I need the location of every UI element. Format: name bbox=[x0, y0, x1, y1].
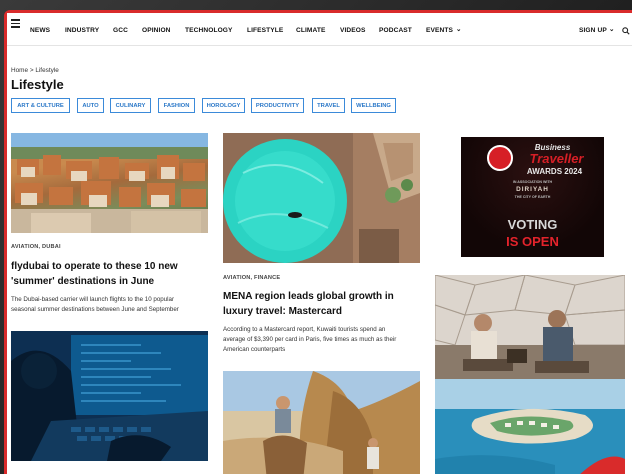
nav-technology[interactable]: TECHNOLOGY bbox=[185, 27, 233, 34]
chevron-down-icon[interactable]: ⌄ bbox=[456, 25, 462, 33]
ad-brand-l2: Traveller bbox=[529, 151, 584, 166]
nav-climate[interactable]: CLIMATE bbox=[296, 27, 326, 34]
article-excerpt-l3: American counterparts bbox=[223, 346, 286, 353]
article-image-desert[interactable] bbox=[223, 371, 420, 474]
article-image-hacker[interactable] bbox=[11, 331, 208, 461]
article-tag[interactable]: AVIATION, FINANCE bbox=[223, 275, 280, 281]
search-icon[interactable] bbox=[622, 27, 630, 35]
nav-events[interactable]: EVENTS bbox=[426, 27, 453, 34]
chip-auto[interactable]: AUTO bbox=[77, 98, 104, 113]
article-image-dome[interactable] bbox=[435, 275, 625, 379]
signup-link[interactable]: SIGN UP bbox=[579, 27, 607, 34]
webpage: NEWS INDUSTRY GCC OPINION TECHNOLOGY LIF… bbox=[7, 13, 632, 474]
chip-culinary[interactable]: CULINARY bbox=[110, 98, 151, 113]
chip-wellbeing[interactable]: WELLBEING bbox=[351, 98, 396, 113]
article-excerpt-l2: seasonal summer destinations between Jun… bbox=[11, 306, 179, 313]
ad-partner-l2: DIRIYAH bbox=[516, 186, 549, 193]
chip-art-culture[interactable]: ART & CULTURE bbox=[11, 98, 70, 113]
awards-ad-banner[interactable]: Business Traveller AWARDS 2024 IN ASSOCI… bbox=[461, 137, 604, 257]
article-image-dubrovnik[interactable] bbox=[11, 133, 208, 233]
nav-opinion[interactable]: OPINION bbox=[142, 27, 171, 34]
nav-divider bbox=[7, 45, 632, 46]
article-excerpt-l2: average of $3,390 per card in Paris, fiv… bbox=[223, 336, 397, 343]
ad-vote-l2: IS OPEN bbox=[506, 234, 559, 249]
ad-brand-l3: AWARDS 2024 bbox=[526, 167, 583, 176]
nav-videos[interactable]: VIDEOS bbox=[340, 27, 366, 34]
chip-travel[interactable]: TRAVEL bbox=[312, 98, 345, 113]
article-image-pool[interactable] bbox=[223, 133, 420, 263]
nav-gcc[interactable]: GCC bbox=[113, 27, 128, 34]
chip-horology[interactable]: HOROLOGY bbox=[202, 98, 245, 113]
article-headline-l2[interactable]: luxury travel: Mastercard bbox=[223, 305, 342, 319]
ad-partner-l1: IN ASSOCIATION WITH bbox=[512, 180, 553, 184]
article-headline-l1[interactable]: MENA region leads global growth in bbox=[223, 290, 394, 304]
nav-podcast[interactable]: PODCAST bbox=[379, 27, 412, 34]
article-headline-l1[interactable]: flydubai to operate to these 10 new bbox=[11, 260, 178, 274]
article-headline-l2[interactable]: 'summer' destinations in June bbox=[11, 275, 154, 289]
article-tag[interactable]: AVIATION, DUBAI bbox=[11, 244, 61, 250]
nav-industry[interactable]: INDUSTRY bbox=[65, 27, 99, 34]
ad-partner-l3: THE CITY OF EARTH bbox=[514, 195, 551, 199]
chevron-down-icon[interactable]: ⌄ bbox=[609, 25, 615, 33]
article-excerpt-l1: The Dubai-based carrier will launch flig… bbox=[11, 296, 175, 303]
nav-lifestyle[interactable]: LIFESTYLE bbox=[247, 27, 283, 34]
chip-fashion[interactable]: FASHION bbox=[158, 98, 195, 113]
page-title: Lifestyle bbox=[11, 77, 64, 92]
nav-news[interactable]: NEWS bbox=[30, 27, 50, 34]
article-image-island[interactable] bbox=[435, 379, 625, 474]
breadcrumb: Home > Lifestyle bbox=[11, 67, 59, 74]
chip-productivity[interactable]: PRODUCTIVITY bbox=[251, 98, 304, 113]
menu-icon[interactable] bbox=[11, 19, 20, 28]
article-excerpt-l1: According to a Mastercard report, Kuwait… bbox=[223, 326, 386, 333]
ad-vote-l1: VOTING bbox=[507, 217, 558, 232]
